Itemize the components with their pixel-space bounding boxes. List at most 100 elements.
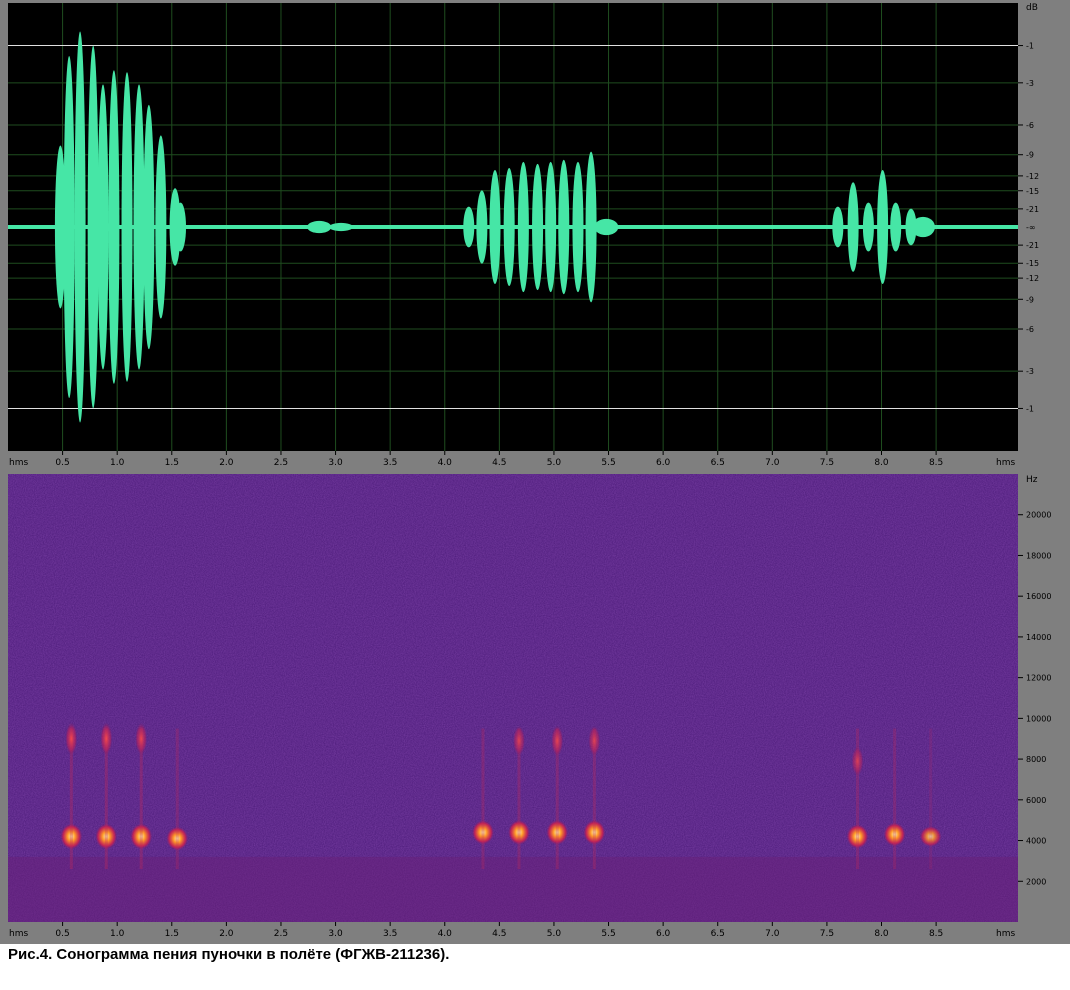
spectrogram-note [513,725,526,756]
waveform-x-tick-label: 5.5 [601,458,615,468]
waveform-pulse [832,206,844,248]
db-tick-label: -21 [1026,241,1039,250]
spectrogram-note [100,722,113,756]
spectrogram-x-tick-label: 4.5 [492,929,506,939]
waveform-pulse [97,84,109,370]
hz-tick-label: 6000 [1026,796,1046,805]
hz-tick-label: 18000 [1026,551,1051,560]
spectrogram-x-tick-label: 6.0 [656,929,671,939]
spectrogram-x-tick-label: 5.0 [547,929,562,939]
waveform-pulse [476,190,488,264]
waveform-x-unit-right: hms [996,458,1015,468]
spectrogram-harmonic-trace [929,728,933,870]
waveform-pulse [133,84,145,370]
db-tick-label: -3 [1026,367,1034,376]
waveform-pulse [87,45,99,409]
db-tick-label: -3 [1026,79,1034,88]
spectrogram-x-tick-label: 6.5 [711,929,725,939]
spectrogram-x-tick-label: 3.0 [328,929,343,939]
waveform-pulse [877,169,889,285]
waveform-x-tick-label: 5.0 [547,458,562,468]
waveform-pulse [108,70,120,384]
db-tick-label: -6 [1026,121,1034,130]
spectrogram-x-tick-label: 2.5 [274,929,288,939]
waveform-pulse [911,216,936,238]
waveform-pulse [74,31,86,423]
waveform-pulse [463,206,475,248]
waveform-x-tick-label: 6.0 [656,458,671,468]
waveform-pulse [329,222,354,232]
figure-caption: Рис.4. Сонограмма пения пуночки в полёте… [8,946,450,963]
spectrogram-x-tick-label: 3.5 [383,929,397,939]
waveform-x-tick-label: 3.5 [383,458,397,468]
hz-tick-label: 8000 [1026,755,1046,764]
spectrogram-harmonic-trace [481,728,485,870]
spectrogram-x-tick-label: 1.0 [110,929,125,939]
waveform-x-tick-label: 7.5 [820,458,834,468]
spectrogram-x-unit-left: hms [9,929,28,939]
spectrogram-chart: 0.5 1.0 1.5 2.0 2.5 3.0 3.5 4.0 4.5 5.0 5.5 6.0 6.5 7… [0,472,1070,944]
waveform-x-tick-label: 0.5 [55,458,69,468]
spectrogram-x-tick-label: 2.0 [219,929,234,939]
waveform-x-unit-left: hms [9,458,28,468]
waveform-pulse [558,159,570,295]
waveform-x-tick-label: 1.0 [110,458,125,468]
spectrogram-noise [8,474,1018,922]
hz-tick-label: 14000 [1026,633,1051,642]
db-tick-label: -12 [1026,172,1039,181]
waveform-pulse [862,202,874,252]
waveform-x-tick-label: 6.5 [711,458,725,468]
waveform-pulse [175,202,187,252]
waveform-chart: 0.5 1.0 1.5 2.0 2.5 3.0 3.5 4.0 4.5 5.0 5.5 6.0 6.5 7… [0,0,1070,472]
db-tick-label: -15 [1026,259,1039,268]
spectrogram-note [135,722,148,755]
waveform-pulse [847,182,859,272]
waveform-pulse [503,167,515,287]
spectrogram-low-band [8,856,1018,922]
waveform-x-tick-label: 8.5 [929,458,943,468]
db-tick-label: -9 [1026,151,1034,160]
waveform-pulse [545,161,557,293]
waveform-pulse [121,72,133,382]
db-tick-label: -1 [1026,404,1034,413]
hz-tick-label: 2000 [1026,877,1046,886]
waveform-pulse [532,163,544,291]
waveform-pulse [143,104,155,350]
spectrogram-x-tick-label: 8.5 [929,929,943,939]
hz-tick-label: 16000 [1026,592,1051,601]
waveform-x-tick-label: 8.0 [874,458,889,468]
hz-axis-unit: Hz [1026,475,1038,485]
spectrogram-x-tick-label: 7.5 [820,929,834,939]
waveform-x-tick-label: 7.0 [765,458,780,468]
waveform-pulse [155,135,167,319]
spectrogram-note [551,725,564,757]
waveform-pulse [489,169,501,285]
db-tick-label-center: -∞ [1026,223,1036,232]
db-tick-label: -21 [1026,205,1039,214]
waveform-x-tick-label: 4.0 [438,458,453,468]
spectrogram-x-tick-label: 7.0 [765,929,780,939]
hz-tick-label: 10000 [1026,714,1051,723]
hz-tick-label: 20000 [1026,511,1051,520]
spectrogram-panel: 0.5 1.0 1.5 2.0 2.5 3.0 3.5 4.0 4.5 5.0 5.5 6.0 6.5 7… [0,472,1070,944]
spectrogram-harmonic-trace [893,728,897,870]
waveform-panel: 0.5 1.0 1.5 2.0 2.5 3.0 3.5 4.0 4.5 5.0 5.5 6.0 6.5 7… [0,0,1070,472]
spectrogram-x-tick-label: 0.5 [55,929,69,939]
waveform-pulse [307,220,332,234]
hz-tick-label: 12000 [1026,674,1051,683]
spectrogram-x-tick-label: 4.0 [438,929,453,939]
waveform-pulse [517,161,529,293]
db-axis-unit: dB [1026,3,1038,13]
hz-tick-label: 4000 [1026,837,1046,846]
spectrogram-harmonic-trace [175,728,179,870]
spectrogram-x-tick-label: 1.5 [165,929,179,939]
db-tick-label: -1 [1026,42,1034,51]
waveform-pulse [594,218,619,236]
waveform-pulse [572,161,584,293]
spectrogram-note [65,722,78,756]
waveform-x-tick-label: 2.0 [219,458,234,468]
db-tick-label: -9 [1026,295,1034,304]
spectrogram-note [851,746,864,776]
db-tick-label: -6 [1026,325,1034,334]
spectrogram-x-unit-right: hms [996,929,1015,939]
